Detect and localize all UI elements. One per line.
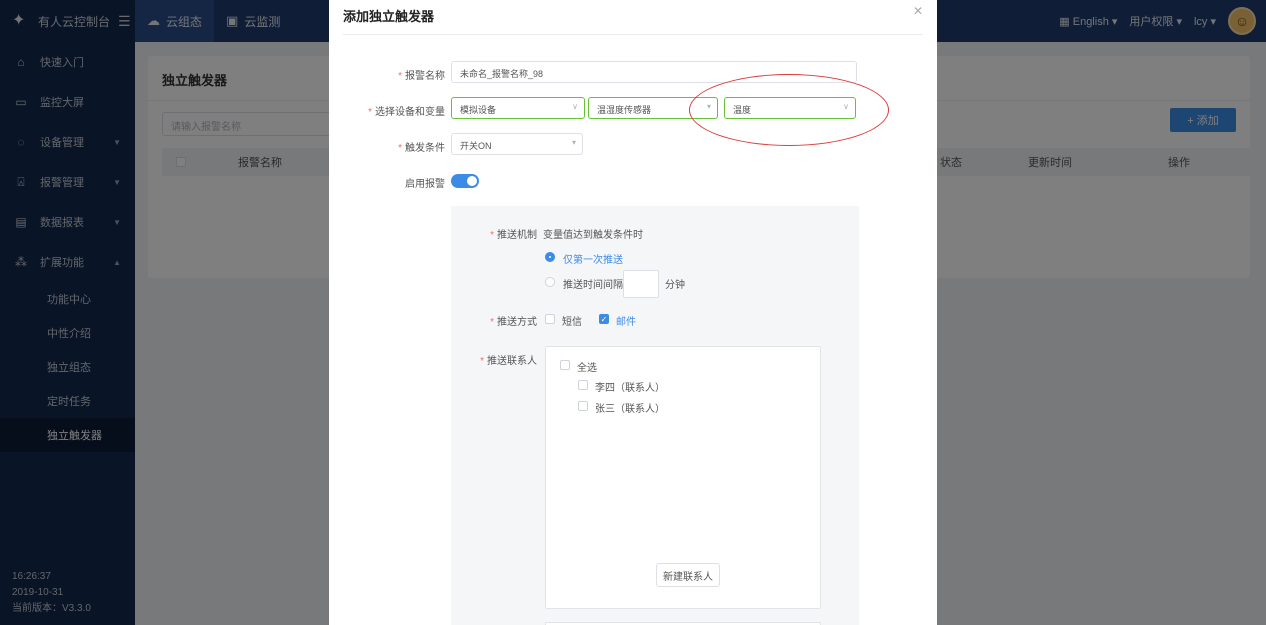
select-all-contacts-label[interactable]: 全选 (577, 359, 597, 374)
close-icon[interactable]: ✕ (913, 4, 923, 18)
new-contact-button[interactable]: 新建联系人 (656, 563, 720, 587)
contact-checkbox[interactable] (578, 401, 588, 411)
sensor-select-value: 温湿度传感器 (597, 105, 652, 115)
divider (343, 34, 923, 35)
first-push-radio[interactable] (545, 252, 555, 262)
chevron-down-icon: ∨ (572, 102, 578, 111)
interval-minutes-input[interactable] (623, 270, 659, 298)
trigger-condition-value: 开关ON (460, 141, 492, 151)
sensor-select[interactable]: 温湿度传感器 ▾ (588, 97, 718, 119)
required-mark: * (490, 230, 494, 241)
label-text: 推送方式 (497, 317, 537, 328)
chevron-down-icon: ∨ (843, 102, 849, 111)
label-text: 选择设备和变量 (375, 107, 445, 118)
trigger-condition-label: * 触发条件 (343, 139, 445, 154)
push-contacts-label: * 推送联系人 (451, 352, 537, 367)
caret-down-icon: ▾ (706, 102, 711, 111)
required-mark: * (398, 143, 402, 154)
toggle-knob (467, 176, 477, 186)
add-trigger-dialog: 添加独立触发器 ✕ * 报警名称 未命名_报警名称_98 * 选择设备和变量 模拟设… (329, 0, 937, 625)
sms-label[interactable]: 短信 (562, 313, 582, 328)
push-mechanism-label: * 推送机制 (451, 226, 537, 241)
required-mark: * (368, 107, 372, 118)
interval-push-radio[interactable] (545, 277, 555, 287)
contacts-box: 全选 李四（联系人） 张三（联系人） 新建联系人 (545, 346, 821, 609)
caret-down-icon: ▾ (571, 138, 576, 147)
variable-select-value: 温度 (733, 105, 752, 115)
push-method-label: * 推送方式 (451, 313, 537, 328)
trigger-condition-select[interactable]: 开关ON ▾ (451, 133, 583, 155)
label-text: 推送联系人 (487, 356, 537, 367)
device-select-value: 模拟设备 (460, 105, 497, 115)
email-checkbox[interactable]: ✓ (599, 314, 609, 324)
sms-checkbox[interactable] (545, 314, 555, 324)
label-text: 推送机制 (497, 230, 537, 241)
enable-alarm-label: 启用报警 (405, 179, 445, 190)
interval-push-label[interactable]: 推送时间间隔 (563, 276, 623, 291)
first-push-label[interactable]: 仅第一次推送 (563, 251, 623, 266)
required-mark: * (480, 356, 484, 367)
interval-unit-label: 分钟 (665, 280, 685, 291)
alarm-name-label: * 报警名称 (343, 67, 445, 82)
push-mechanism-desc: 变量值达到触发条件时 (543, 230, 643, 241)
required-mark: * (398, 71, 402, 82)
variable-select[interactable]: 温度 ∨ (724, 97, 856, 119)
push-settings-panel: * 推送机制 变量值达到触发条件时 仅第一次推送 推送时间间隔 分钟 * 推送方式 … (451, 206, 859, 625)
device-select[interactable]: 模拟设备 ∨ (451, 97, 585, 119)
alarm-name-input[interactable]: 未命名_报警名称_98 (451, 61, 857, 83)
contact-item[interactable]: 张三（联系人） (595, 400, 665, 415)
contact-item[interactable]: 李四（联系人） (595, 379, 665, 394)
enable-alarm-toggle[interactable] (451, 174, 479, 188)
required-mark: * (490, 317, 494, 328)
select-all-contacts-checkbox[interactable] (560, 360, 570, 370)
label-text: 报警名称 (405, 71, 445, 82)
label-text: 触发条件 (405, 143, 445, 154)
contact-checkbox[interactable] (578, 380, 588, 390)
device-variable-label: * 选择设备和变量 (343, 103, 445, 118)
dialog-title: 添加独立触发器 (343, 9, 435, 24)
email-label[interactable]: 邮件 (616, 313, 636, 328)
